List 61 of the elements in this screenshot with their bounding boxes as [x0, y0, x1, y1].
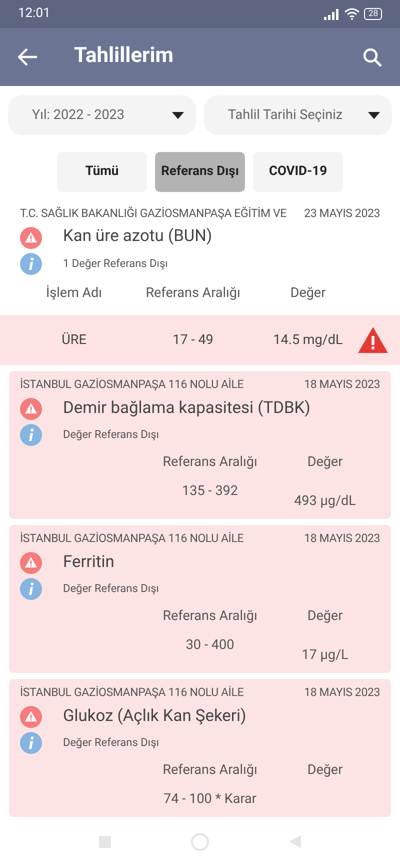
- signal-icon: [324, 8, 340, 20]
- test-name: Demir bağlama kapasitesi (TDBK): [63, 398, 310, 420]
- test-name: Ferritin: [63, 552, 114, 574]
- caret-icon: [172, 112, 184, 118]
- result-card[interactable]: İSTANBUL GAZİOSMANPAŞA 116 NOLU AİLE 18 MAYIS 2023 Demir bağlama kapasitesi (TDBK) Değer Referans Dışı Referans Aralığı Değer 135 - 392 493 µg/dL: [9, 371, 391, 520]
- info-icon: [20, 253, 42, 275]
- back-nav-icon[interactable]: [289, 835, 301, 848]
- result-date: 23 MAYIS 2023: [304, 205, 380, 222]
- test-name: Kan üre azotu (BUN): [63, 226, 212, 248]
- warning-icon: [20, 552, 42, 574]
- home-nav-icon[interactable]: [191, 832, 209, 850]
- result-note: Değer Referans Dışı: [63, 735, 159, 751]
- institution-name: İSTANBUL GAZİOSMANPAŞA 116 NOLU AİLE: [20, 530, 244, 548]
- value-label: Değer: [306, 761, 344, 780]
- back-arrow-icon[interactable]: [18, 48, 38, 66]
- range-value: 74 - 100 * Karar: [162, 790, 258, 808]
- result-note: Değer Referans Dışı: [63, 427, 159, 443]
- institution-name: İSTANBUL GAZİOSMANPAŞA 116 NOLU AİLE: [20, 684, 244, 702]
- result-note: Değer Referans Dışı: [63, 581, 159, 597]
- filter-tab[interactable]: Referans Dışı: [155, 152, 245, 192]
- filter-tab[interactable]: COVID-19: [253, 152, 343, 192]
- result-date: 18 MAYIS 2023: [304, 376, 380, 394]
- column-header: Değer: [289, 284, 327, 303]
- square-nav-icon[interactable]: [99, 836, 111, 848]
- range-value: 30 - 400: [184, 636, 236, 654]
- institution-name: İSTANBUL GAZİOSMANPAŞA 116 NOLU AİLE: [20, 376, 244, 394]
- table-cell-text: 17 - 49: [172, 331, 214, 350]
- warning-icon: [20, 226, 42, 249]
- range-label: Referans Aralığı: [162, 453, 258, 472]
- result-card[interactable]: İSTANBUL GAZİOSMANPAŞA 116 NOLU AİLE 18 MAYIS 2023 Ferritin Değer Referans Dışı Referans Aralığı Değer 30 - 400 17 µg/L: [9, 525, 391, 674]
- warning-icon: [20, 706, 42, 728]
- filter-dropdown[interactable]: Yıl: 2022 - 2023: [8, 95, 196, 135]
- table-cell-text: 14.5 mg/dL: [272, 331, 344, 350]
- wifi-icon: [344, 8, 360, 20]
- table-cell-text: ÜRE: [60, 331, 88, 350]
- caret-icon: [368, 112, 380, 118]
- range-value: 135 - 392: [181, 482, 239, 500]
- column-header: İşlem Adı: [44, 284, 104, 303]
- test-name: Glukoz (Açlık Kan Şekeri): [63, 706, 246, 728]
- result-note: 1 Değer Referans Dışı: [63, 256, 168, 272]
- result-card[interactable]: İSTANBUL GAZİOSMANPAŞA 116 NOLU AİLE 18 MAYIS 2023 Glukoz (Açlık Kan Şekeri) Değer Referans Dışı Referans Aralığı Değer 74 - 100 * Karar: [9, 679, 391, 817]
- battery-level: 28: [364, 8, 382, 20]
- filter-tab[interactable]: Tümü: [57, 152, 147, 192]
- result-value: 17 µg/L: [300, 646, 350, 664]
- search-icon[interactable]: [363, 48, 382, 66]
- range-label: Referans Aralığı: [162, 761, 258, 780]
- info-icon: [20, 732, 42, 754]
- filter-dropdown[interactable]: Tahlil Tarihi Seçiniz: [204, 95, 392, 135]
- result-value: 493 µg/dL: [293, 492, 357, 510]
- institution-name: T.C. SAĞLIK BAKANLIĞI GAZİOSMANPAŞA EĞİTİM VE: [20, 205, 286, 222]
- result-date: 18 MAYIS 2023: [304, 684, 380, 702]
- screen-title: Tahlillerim: [74, 43, 174, 70]
- column-header: Referans Aralığı: [144, 284, 242, 303]
- warning-icon: [20, 398, 42, 420]
- info-icon: [20, 578, 42, 600]
- value-label: Değer: [306, 453, 344, 472]
- result-date: 18 MAYIS 2023: [304, 530, 380, 548]
- status-time: 12:01: [18, 5, 50, 24]
- value-label: Değer: [306, 607, 344, 626]
- info-icon: [20, 424, 42, 446]
- range-label: Referans Aralığı: [162, 607, 258, 626]
